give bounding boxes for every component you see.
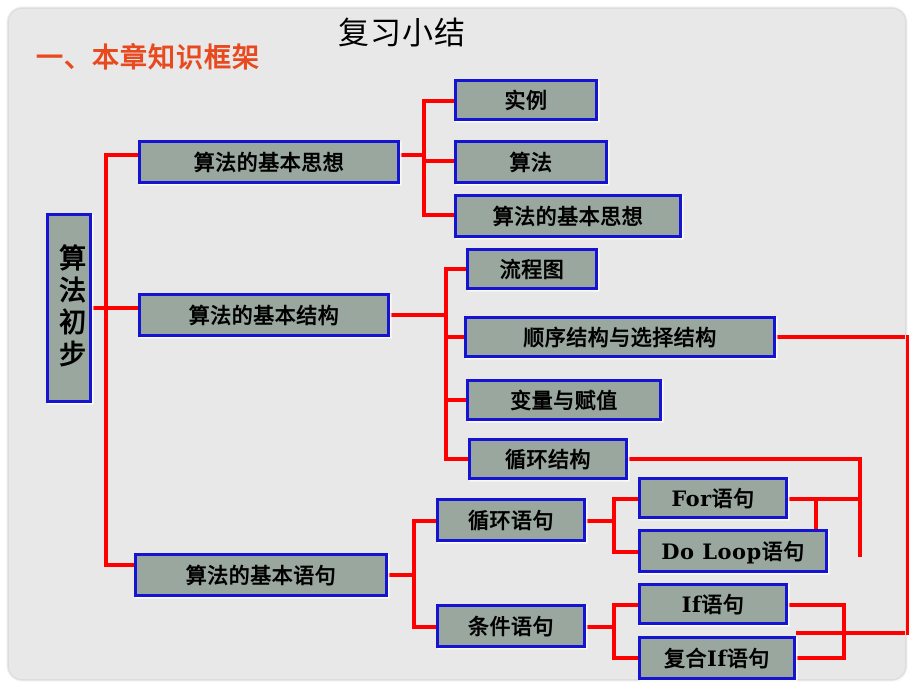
connector-spine-to-branch-1	[104, 153, 140, 157]
node-branch-basic-statement[interactable]: 算法的基本语句	[134, 553, 388, 597]
node-flowchart[interactable]: 流程图	[466, 248, 598, 290]
node-do-loop-statement[interactable]: Do Loop语句	[638, 529, 828, 573]
connector-loopstmt-spine	[612, 497, 616, 554]
node-label: 顺序结构与选择结构	[523, 325, 717, 350]
node-label: 算法的基本思想	[193, 150, 345, 175]
node-label: 条件语句	[468, 614, 554, 639]
section-heading: 一、本章知识框架	[36, 43, 260, 74]
connector-spine-to-branch-2	[104, 306, 140, 310]
connector-for-return	[788, 497, 862, 501]
node-conditional-statement[interactable]: 条件语句	[436, 604, 586, 648]
connector-branch2-stub	[388, 313, 428, 317]
connector-return-top	[774, 335, 909, 339]
node-for-statement[interactable]: For语句	[638, 477, 788, 519]
connector-branch2-spine	[444, 267, 448, 461]
node-label: 算法的基本思想	[492, 204, 644, 229]
node-label: 算法的基本结构	[188, 303, 340, 328]
connector-branch2-to-leaf-4	[444, 457, 470, 461]
connector-condstmt-to-compound-if	[612, 656, 640, 660]
node-loop-statement[interactable]: 循环语句	[436, 498, 586, 542]
node-algorithm[interactable]: 算法	[454, 140, 608, 184]
connector-loopstmt-to-for	[612, 497, 640, 501]
connector-branch2-to-leaf-3	[444, 398, 468, 402]
connector-branch1-spine	[422, 99, 426, 217]
connector-loopstmt-to-doloop	[612, 550, 640, 554]
node-sequence-and-selection-structure[interactable]: 顺序结构与选择结构	[464, 316, 776, 358]
node-branch-basic-idea[interactable]: 算法的基本思想	[138, 140, 400, 184]
page-title: 复习小结	[338, 16, 466, 52]
connector-if-return	[788, 603, 846, 607]
connector-compound-if-return	[794, 656, 846, 660]
connector-branch1-to-leaf-2	[422, 159, 456, 163]
node-loop-structure[interactable]: 循环结构	[468, 438, 628, 480]
connector-branch3-to-loop-stmt	[412, 519, 436, 523]
connector-if-return-vertical	[842, 603, 846, 660]
connector-branch2-elbow	[424, 313, 448, 317]
node-label: 算法的基本语句	[185, 563, 337, 588]
connector-main-spine	[104, 153, 108, 567]
connector-branch2-to-leaf-1	[444, 267, 468, 271]
connector-condstmt-to-if	[612, 603, 640, 607]
node-root-label: 算法初步	[54, 244, 86, 372]
connector-return-right-vertical	[905, 335, 909, 635]
connector-loopstruct-out	[626, 457, 862, 461]
node-label: 变量与赋值	[510, 388, 618, 413]
node-branch-basic-structure[interactable]: 算法的基本结构	[138, 293, 390, 337]
node-label: If语句	[681, 592, 745, 617]
connector-condstmt-spine	[612, 603, 616, 660]
connector-branch1-to-leaf-3	[422, 213, 456, 217]
connector-branch3-to-cond-stmt	[412, 625, 436, 629]
node-variable-and-assignment[interactable]: 变量与赋值	[466, 379, 662, 421]
node-label: 算法	[509, 150, 553, 175]
presentation-slide: 复习小结 一、本章知识框架 算法初步 算法的基本思想 算法的基本结构 算法的基本…	[0, 0, 920, 690]
node-label: Do Loop语句	[661, 539, 805, 564]
node-label: For语句	[671, 486, 755, 511]
connector-loopstruct-right-vertical	[858, 457, 862, 557]
connector-branch3-spine	[412, 519, 416, 629]
node-if-statement[interactable]: If语句	[638, 583, 788, 625]
node-example[interactable]: 实例	[454, 79, 598, 121]
node-compound-if-statement[interactable]: 复合If语句	[638, 636, 796, 680]
node-root[interactable]: 算法初步	[46, 213, 92, 403]
node-basic-idea-leaf[interactable]: 算法的基本思想	[454, 194, 682, 238]
node-label: 循环语句	[468, 508, 554, 533]
slide-canvas: 复习小结 一、本章知识框架 算法初步 算法的基本思想 算法的基本结构 算法的基本…	[8, 8, 909, 680]
node-label: 复合If语句	[664, 646, 770, 671]
node-label: 实例	[504, 88, 548, 113]
node-label: 循环结构	[505, 447, 591, 472]
node-label: 流程图	[499, 257, 565, 282]
connector-branch1-to-leaf-1	[422, 99, 456, 103]
connector-return-bottom	[796, 631, 909, 635]
